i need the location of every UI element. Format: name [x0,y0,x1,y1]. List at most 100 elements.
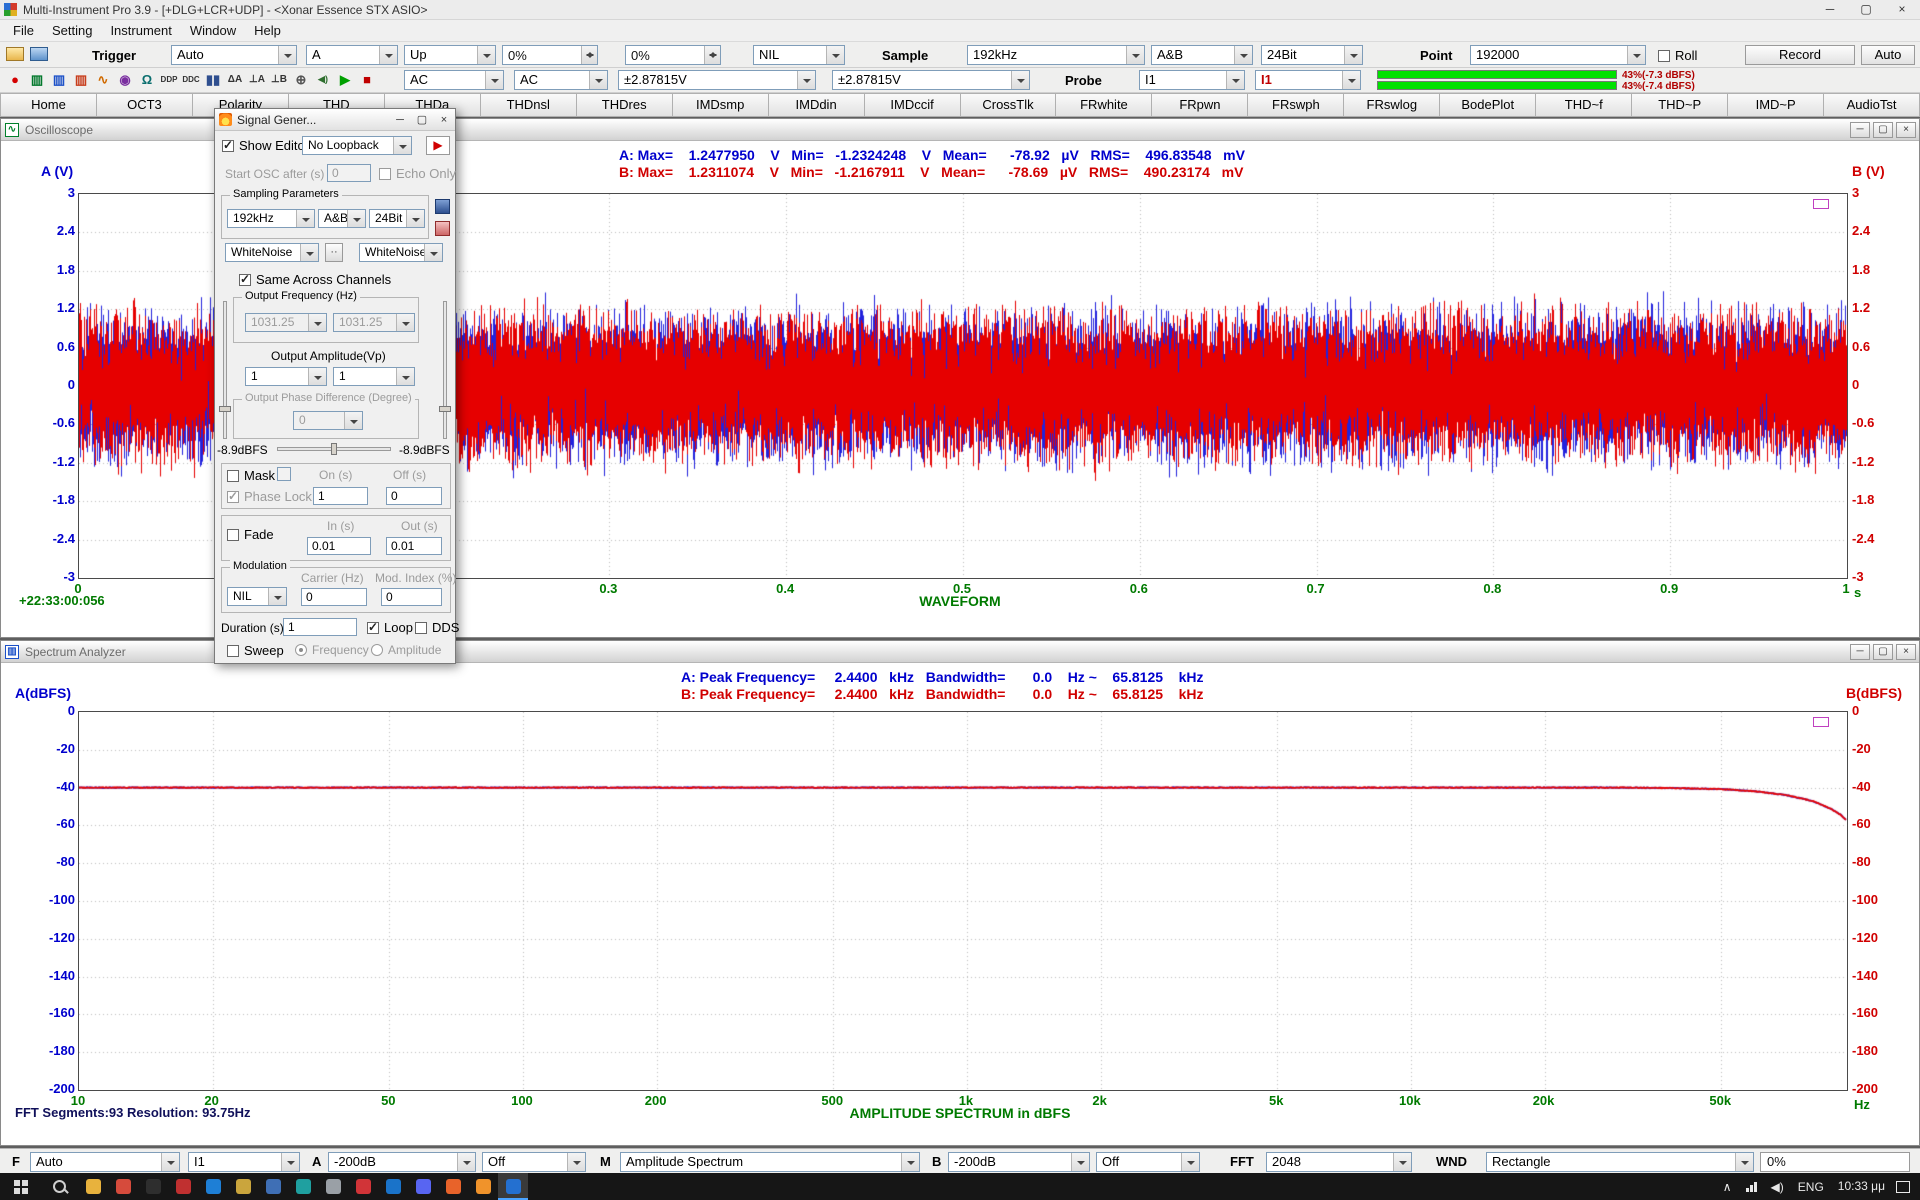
menu-setting[interactable]: Setting [43,20,101,41]
record-button[interactable]: Record [1745,45,1855,65]
wave-link-button[interactable]: ·· [325,243,343,262]
dialog-minimize-icon[interactable]: ─ [389,114,411,126]
a-range-select[interactable]: -200dB [328,1152,476,1172]
invert-a-icon[interactable]: ⊥A [246,69,268,90]
calibration-icon[interactable]: ⊕ [290,69,312,90]
amplitude-slider-b[interactable] [443,301,447,439]
amp-a-select[interactable]: 1 [245,367,327,386]
slider-handle[interactable] [331,443,337,455]
phase-lock-off-input[interactable]: 0 [386,487,442,505]
taskbar-app-app-dark[interactable] [138,1173,168,1200]
trigger-delay-spinner[interactable]: 0% [625,45,721,65]
spinner-arrows-icon[interactable] [581,46,597,64]
b-range-select[interactable]: -200dB [948,1152,1090,1172]
tab-imdsmp[interactable]: IMDsmp [673,93,769,117]
spectrogram-view-icon[interactable]: ▥ [70,69,92,90]
ddp-viewer-icon[interactable]: DDP [158,69,180,90]
stop-icon[interactable]: ■ [356,69,378,90]
weighting-a-icon[interactable]: ΔA [224,69,246,90]
trigger-level-spinner[interactable]: 0% [502,45,598,65]
fade-out-input[interactable]: 0.01 [386,537,442,555]
menu-window[interactable]: Window [181,20,245,41]
taskbar-app-app-window-gray[interactable] [318,1173,348,1200]
action-center-icon[interactable] [1896,1181,1910,1193]
phase-select[interactable]: 0 [293,411,363,430]
channels-select[interactable]: A&B [1151,45,1253,65]
show-editor-checkbox[interactable]: Show Editor [222,138,309,153]
sweep-frequency-radio[interactable]: Frequency [295,643,369,657]
phase-lock-checkbox[interactable]: Phase Lock [227,489,312,504]
ddc-icon[interactable]: DDC [180,69,202,90]
coupling-b-select[interactable]: AC [514,70,608,90]
slider-handle[interactable] [439,406,451,412]
range-b-select[interactable]: ±2.87815V [832,70,1030,90]
spectrum-plot[interactable] [78,711,1848,1091]
tab-frswph[interactable]: FRswph [1248,93,1344,117]
invert-b-icon[interactable]: ⊥B [268,69,290,90]
taskbar-app-app-violet[interactable] [408,1173,438,1200]
dds-checkbox[interactable]: DDS [415,620,459,635]
trigger-edge-select[interactable]: Up [404,45,496,65]
fade-checkbox[interactable]: Fade [227,527,274,542]
loopback-select[interactable]: No Loopback [302,136,412,155]
taskbar-app-app-red[interactable] [108,1173,138,1200]
sweep-checkbox[interactable]: Sweep [227,643,284,658]
start-button-icon[interactable] [0,1173,42,1200]
probe-b-select[interactable]: I1 [1255,70,1361,90]
gen-bits-select[interactable]: 24Bit [369,209,425,228]
wave-b-select[interactable]: WhiteNoise [359,243,443,262]
fft-size-select[interactable]: 2048 [1266,1152,1412,1172]
tab-thdnsl[interactable]: THDnsl [481,93,577,117]
taskbar-app-vscode[interactable] [378,1173,408,1200]
duration-input[interactable]: 1 [283,618,357,636]
taskbar-app-app-red-circle[interactable] [168,1173,198,1200]
sweep-amplitude-radio[interactable]: Amplitude [371,643,441,657]
loop-checkbox[interactable]: Loop [367,620,413,635]
menu-instrument[interactable]: Instrument [101,20,180,41]
open-file-icon[interactable] [6,47,24,61]
signal-graph-icon[interactable] [435,221,450,236]
taskbar-app-app-gold[interactable] [228,1173,258,1200]
taskbar-app-multi-instrument[interactable] [498,1173,528,1200]
points-select[interactable]: 192000 [1470,45,1646,65]
taskbar-app-edge-browser[interactable] [198,1173,228,1200]
tab-imdccif[interactable]: IMDccif [865,93,961,117]
save-signal-icon[interactable] [435,199,450,214]
network-icon[interactable] [1739,1182,1764,1192]
same-across-channels-checkbox[interactable]: Same Across Channels [239,272,391,287]
tab-thdf[interactable]: THD~f [1536,93,1632,117]
taskbar-app-app-orange[interactable] [468,1173,498,1200]
sample-rate-select[interactable]: 192kHz [967,45,1145,65]
tab-bodeplot[interactable]: BodePlot [1440,93,1536,117]
tray-expand-icon[interactable]: ∧ [1716,1180,1739,1194]
menu-file[interactable]: File [4,20,43,41]
cursor-marker-icon[interactable] [1813,717,1829,727]
run-icon[interactable]: ▶ [334,69,356,90]
display-mode-select[interactable]: Amplitude Spectrum [620,1152,920,1172]
taskbar-app-firefox[interactable] [438,1173,468,1200]
signal-generator-title-bar[interactable]: Signal Gener... ─ ▢ × [215,109,455,131]
tab-imdp[interactable]: IMD~P [1728,93,1824,117]
spinner-arrows-icon[interactable] [704,46,720,64]
volume-icon[interactable]: ◀) [1764,1180,1791,1194]
multimeter-icon[interactable]: ◉ [114,69,136,90]
window-close-icon[interactable]: × [1884,0,1920,19]
gen-channels-select[interactable]: A&B [318,209,366,228]
tab-thdres[interactable]: THDres [577,93,673,117]
oscilloscope-view-icon[interactable]: ▥ [26,69,48,90]
amp-b-select[interactable]: 1 [333,367,415,386]
tab-imddin[interactable]: IMDdin [769,93,865,117]
taskbar-app-app-steel-blue[interactable] [258,1173,288,1200]
generator-play-button[interactable]: ▶ [426,136,450,155]
trigger-source-select[interactable]: A [306,45,398,65]
clock[interactable]: 10:33 μμ [1831,1173,1892,1200]
taskbar-app-file-explorer[interactable] [78,1173,108,1200]
start-osc-input[interactable]: 0 [327,164,371,182]
pause-icon[interactable]: ▮▮ [202,69,224,90]
b-scale-select[interactable]: Off [1096,1152,1200,1172]
freq-probe-select[interactable]: I1 [188,1152,300,1172]
record-stream-icon[interactable]: ● [4,69,26,90]
signal-generator-wave-icon[interactable]: ∿ [92,69,114,90]
tab-frswlog[interactable]: FRswlog [1344,93,1440,117]
phase-slider[interactable] [277,447,391,451]
